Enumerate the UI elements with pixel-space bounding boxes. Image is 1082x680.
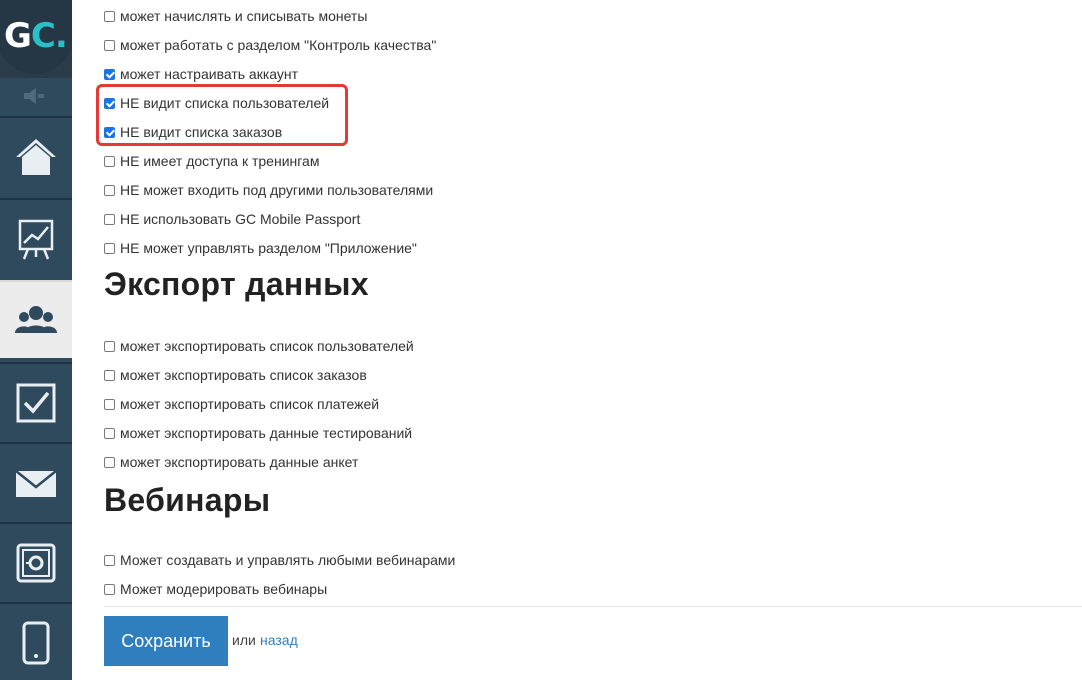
permission-checkbox[interactable]: [104, 242, 115, 254]
permission-row[interactable]: НЕ может управлять разделом "Приложение": [104, 238, 417, 258]
nav-mobile[interactable]: [0, 602, 72, 680]
or-text: или: [232, 632, 256, 648]
export-row[interactable]: может экспортировать данные тестирований: [104, 423, 412, 443]
webinar-label: Может модерировать вебинары: [120, 581, 328, 597]
permission-row[interactable]: может настраивать аккаунт: [104, 64, 298, 84]
export-row[interactable]: может экспортировать список заказов: [104, 365, 367, 385]
export-checkbox[interactable]: [104, 340, 115, 352]
announcement-toggle[interactable]: [0, 78, 72, 114]
export-label: может экспортировать список заказов: [120, 367, 367, 383]
permission-row[interactable]: может начислять и списывать монеты: [104, 6, 367, 26]
permission-label: может начислять и списывать монеты: [120, 8, 368, 24]
speaker-icon: [24, 88, 44, 104]
settings-safe-icon: [16, 543, 56, 583]
highlight-annotation: [96, 84, 348, 146]
permission-checkbox[interactable]: [104, 213, 115, 225]
export-checkbox[interactable]: [104, 369, 115, 381]
save-button[interactable]: Сохранить: [104, 616, 228, 666]
checkbox-task-icon: [16, 383, 56, 423]
permission-checkbox[interactable]: [104, 39, 115, 51]
export-section-title: Экспорт данных: [104, 266, 369, 302]
nav-home[interactable]: [0, 116, 72, 194]
export-checkbox[interactable]: [104, 427, 115, 439]
export-label: может экспортировать список пользователе…: [120, 338, 414, 354]
permission-checkbox[interactable]: [104, 184, 115, 196]
footer-divider: [104, 606, 1082, 607]
permission-label: НЕ имеет доступа к тренингам: [120, 153, 320, 169]
export-checkbox[interactable]: [104, 398, 115, 410]
permission-checkbox[interactable]: [104, 10, 115, 22]
export-label: может экспортировать данные анкет: [120, 454, 359, 470]
home-icon: [16, 139, 56, 175]
webinar-checkbox[interactable]: [104, 583, 115, 595]
export-label: может экспортировать список платежей: [120, 396, 380, 412]
mail-icon: [15, 470, 57, 497]
permission-row[interactable]: НЕ может входить под другими пользовател…: [104, 180, 433, 200]
nav-settings[interactable]: [0, 522, 72, 600]
sidebar: GC.: [0, 0, 72, 680]
permission-label: НЕ использовать GC Mobile Passport: [120, 211, 361, 227]
webinars-section-title: Вебинары: [104, 482, 271, 518]
export-label: может экспортировать данные тестирований: [120, 425, 413, 441]
nav-reports[interactable]: [0, 198, 72, 276]
permission-label: НЕ может входить под другими пользовател…: [120, 182, 434, 198]
logo[interactable]: GC.: [0, 0, 72, 78]
permission-label: может работать с разделом "Контроль каче…: [120, 37, 437, 53]
mobile-icon: [22, 621, 50, 665]
export-row[interactable]: может экспортировать данные анкет: [104, 452, 358, 472]
permission-row[interactable]: НЕ использовать GC Mobile Passport: [104, 209, 360, 229]
permission-row[interactable]: НЕ имеет доступа к тренингам: [104, 151, 319, 171]
permission-checkbox[interactable]: [104, 155, 115, 167]
permission-checkbox[interactable]: [104, 68, 115, 80]
permission-row[interactable]: может работать с разделом "Контроль каче…: [104, 35, 436, 55]
webinar-row[interactable]: Может создавать и управлять любыми вебин…: [104, 550, 455, 570]
nav-users[interactable]: [0, 280, 72, 358]
chart-board-icon: [18, 219, 54, 260]
permission-label: может настраивать аккаунт: [120, 66, 299, 82]
back-link[interactable]: назад: [260, 632, 298, 648]
users-icon: [15, 306, 57, 333]
webinar-checkbox[interactable]: [104, 554, 115, 566]
export-row[interactable]: может экспортировать список пользователе…: [104, 336, 414, 356]
export-row[interactable]: может экспортировать список платежей: [104, 394, 379, 414]
nav-tasks[interactable]: [0, 362, 72, 440]
export-checkbox[interactable]: [104, 456, 115, 468]
nav-messages[interactable]: [0, 442, 72, 520]
logo-text: GC.: [4, 16, 68, 56]
permissions-content: может начислять и списывать монеты может…: [72, 0, 1082, 672]
webinar-label: Может создавать и управлять любыми вебин…: [120, 552, 456, 568]
webinar-row[interactable]: Может модерировать вебинары: [104, 579, 327, 599]
permission-label: НЕ может управлять разделом "Приложение": [120, 240, 417, 256]
